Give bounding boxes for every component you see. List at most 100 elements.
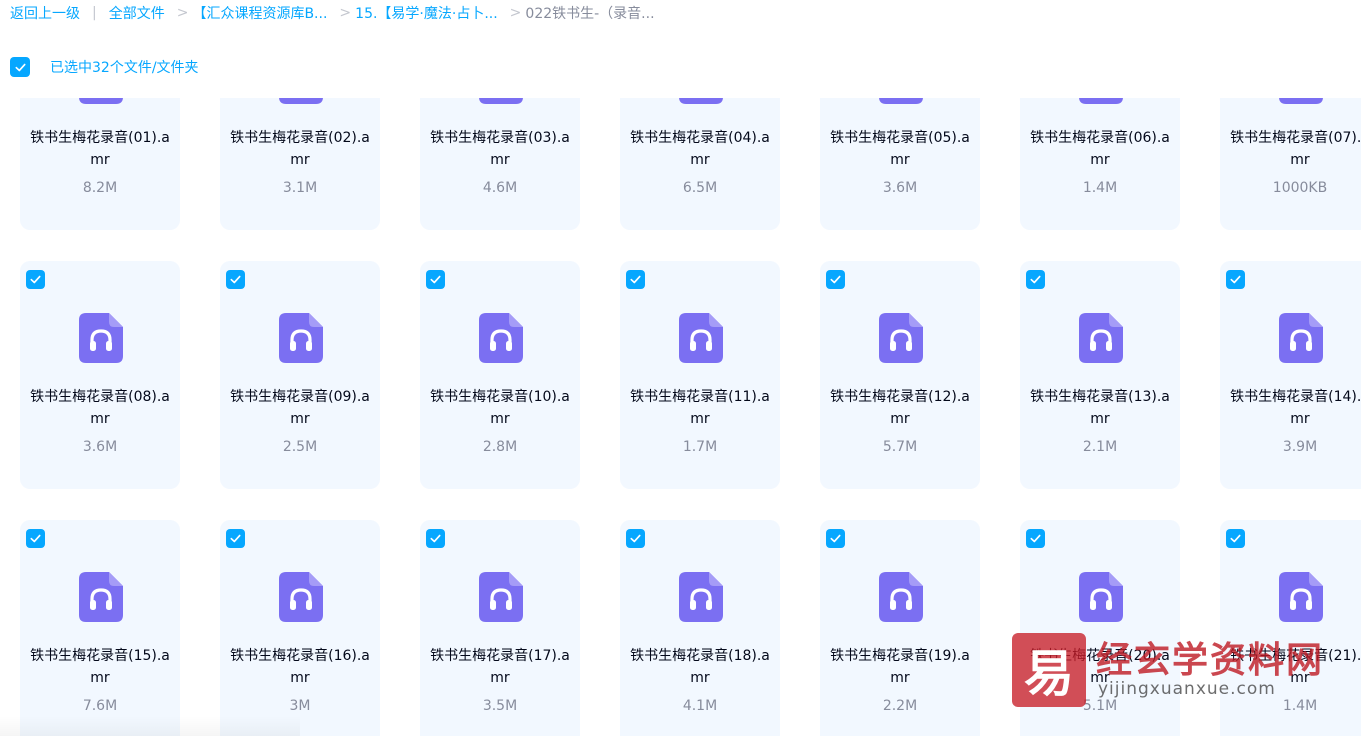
audio-file-icon xyxy=(679,572,723,622)
checkmark-icon xyxy=(830,534,841,543)
file-checkbox[interactable] xyxy=(426,270,445,289)
file-card[interactable]: 铁书生梅花录音(17).amr 3.5M xyxy=(420,520,580,736)
file-card[interactable]: 铁书生梅花录音(19).amr 2.2M xyxy=(820,520,980,736)
file-size: 2.5M xyxy=(282,439,318,455)
file-size: 4.1M xyxy=(682,698,718,714)
file-card[interactable]: 铁书生梅花录音(06).amr 1.4M xyxy=(1020,98,1180,230)
breadcrumb-folder-2[interactable]: 15.【易学·魔法·占卜... xyxy=(355,3,498,23)
file-size: 2.1M xyxy=(1082,439,1118,455)
file-checkbox[interactable] xyxy=(226,529,245,548)
checkmark-icon xyxy=(30,275,41,284)
file-card[interactable]: 铁书生梅花录音(03).amr 4.6M xyxy=(420,98,580,230)
audio-file-icon xyxy=(79,313,123,363)
checkmark-icon xyxy=(1230,275,1241,284)
audio-file-icon xyxy=(1079,98,1123,104)
file-checkbox[interactable] xyxy=(26,529,45,548)
watermark: 易 经玄学资料网 yijingxuanxue.com xyxy=(1012,631,1352,711)
checkmark-icon xyxy=(830,275,841,284)
file-name: 铁书生梅花录音(15).amr xyxy=(30,648,170,686)
file-card[interactable]: 铁书生梅花录音(18).amr 4.1M xyxy=(620,520,780,736)
file-card[interactable]: 铁书生梅花录音(12).amr 5.7M xyxy=(820,261,980,489)
file-checkbox[interactable] xyxy=(1226,529,1245,548)
file-checkbox[interactable] xyxy=(26,270,45,289)
selection-count-label: 已选中32个文件/文件夹 xyxy=(50,60,199,76)
file-name: 铁书生梅花录音(19).amr xyxy=(830,648,970,686)
breadcrumb-chevron-icon: > xyxy=(339,5,352,21)
file-card[interactable]: 铁书生梅花录音(08).amr 3.6M xyxy=(20,261,180,489)
breadcrumb: 返回上一级 | 全部文件 > 【汇众课程资源库B... > 15.【易学·魔法·… xyxy=(10,0,1350,26)
file-card[interactable]: 铁书生梅花录音(10).amr 2.8M xyxy=(420,261,580,489)
audio-file-icon xyxy=(1279,98,1323,104)
file-name: 铁书生梅花录音(16).amr xyxy=(230,648,370,686)
file-name: 铁书生梅花录音(06).amr xyxy=(1030,130,1170,168)
audio-file-icon xyxy=(1279,572,1323,622)
file-checkbox[interactable] xyxy=(1026,529,1045,548)
file-checkbox[interactable] xyxy=(626,529,645,548)
checkmark-icon xyxy=(630,534,641,543)
breadcrumb-separator: | xyxy=(92,5,97,21)
breadcrumb-all-files[interactable]: 全部文件 xyxy=(109,3,165,23)
file-name: 铁书生梅花录音(10).amr xyxy=(430,389,570,427)
file-checkbox[interactable] xyxy=(1026,270,1045,289)
audio-file-icon xyxy=(679,98,723,104)
audio-file-icon xyxy=(879,572,923,622)
breadcrumb-current-folder: 022铁书生-（录音... xyxy=(525,6,655,22)
file-card[interactable]: 铁书生梅花录音(04).amr 6.5M xyxy=(620,98,780,230)
back-link[interactable]: 返回上一级 xyxy=(10,3,80,23)
audio-file-icon xyxy=(879,313,923,363)
audio-file-icon xyxy=(479,98,523,104)
file-name: 铁书生梅花录音(18).amr xyxy=(630,648,770,686)
audio-file-icon xyxy=(479,313,523,363)
breadcrumb-folder-1[interactable]: 【汇众课程资源库B... xyxy=(192,3,327,23)
checkmark-icon xyxy=(230,534,241,543)
checkmark-icon xyxy=(30,534,41,543)
file-size: 1.7M xyxy=(682,439,718,455)
audio-file-icon xyxy=(279,572,323,622)
file-card[interactable]: 铁书生梅花录音(02).amr 3.1M xyxy=(220,98,380,230)
file-card[interactable]: 铁书生梅花录音(09).amr 2.5M xyxy=(220,261,380,489)
file-name: 铁书生梅花录音(03).amr xyxy=(430,130,570,168)
file-card[interactable]: 铁书生梅花录音(01).amr 8.2M xyxy=(20,98,180,230)
selection-bar: 已选中32个文件/文件夹 xyxy=(10,56,199,78)
audio-file-icon xyxy=(79,98,123,104)
file-card[interactable]: 铁书生梅花录音(13).amr 2.1M xyxy=(1020,261,1180,489)
file-checkbox[interactable] xyxy=(826,529,845,548)
file-checkbox[interactable] xyxy=(826,270,845,289)
file-card[interactable]: 铁书生梅花录音(14).amr 3.9M xyxy=(1220,261,1361,489)
file-size: 3.9M xyxy=(1282,439,1318,455)
checkmark-icon xyxy=(230,275,241,284)
audio-file-icon xyxy=(479,572,523,622)
file-checkbox[interactable] xyxy=(226,270,245,289)
file-card[interactable]: 铁书生梅花录音(16).amr 3M xyxy=(220,520,380,736)
file-card[interactable]: 铁书生梅花录音(05).amr 3.6M xyxy=(820,98,980,230)
file-checkbox[interactable] xyxy=(626,270,645,289)
file-name: 铁书生梅花录音(02).amr xyxy=(230,130,370,168)
file-size: 5.7M xyxy=(882,439,918,455)
bottom-shadow xyxy=(0,716,300,736)
checkmark-icon xyxy=(14,63,26,71)
file-card[interactable]: 铁书生梅花录音(11).amr 1.7M xyxy=(620,261,780,489)
file-name: 铁书生梅花录音(13).amr xyxy=(1030,389,1170,427)
file-name: 铁书生梅花录音(11).amr xyxy=(630,389,770,427)
watermark-url: yijingxuanxue.com xyxy=(1098,679,1276,699)
file-name: 铁书生梅花录音(07).amr xyxy=(1230,130,1361,168)
file-size: 2.8M xyxy=(482,439,518,455)
file-name: 铁书生梅花录音(01).amr xyxy=(30,130,170,168)
file-card[interactable]: 铁书生梅花录音(15).amr 7.6M xyxy=(20,520,180,736)
file-checkbox[interactable] xyxy=(426,529,445,548)
file-size: 3M xyxy=(289,698,311,714)
audio-file-icon xyxy=(679,313,723,363)
file-card[interactable]: 铁书生梅花录音(07).amr 1000KB xyxy=(1220,98,1361,230)
file-name: 铁书生梅花录音(14).amr xyxy=(1230,389,1361,427)
select-all-checkbox[interactable] xyxy=(10,57,30,77)
file-checkbox[interactable] xyxy=(1226,270,1245,289)
file-size: 7.6M xyxy=(82,698,118,714)
file-size: 8.2M xyxy=(82,180,118,196)
breadcrumb-chevron-icon: > xyxy=(509,5,522,21)
audio-file-icon xyxy=(1079,313,1123,363)
watermark-title: 经玄学资料网 xyxy=(1096,640,1325,681)
file-size: 4.6M xyxy=(482,180,518,196)
audio-file-icon xyxy=(79,572,123,622)
audio-file-icon xyxy=(879,98,923,104)
file-size: 6.5M xyxy=(682,180,718,196)
